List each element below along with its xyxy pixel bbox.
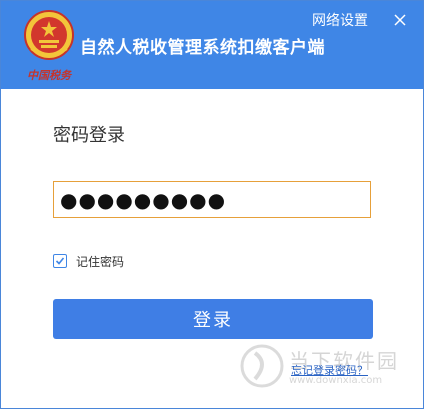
remember-password-label: 记住密码 — [76, 254, 125, 269]
brand-script-text: 中国税务 — [27, 69, 71, 82]
login-heading: 密码登录 — [53, 125, 125, 146]
network-settings-link[interactable]: 网络设置 — [312, 10, 368, 30]
forgot-password-link[interactable]: 忘记登录密码？ — [291, 362, 368, 378]
remember-password-toggle[interactable]: 记住密码 — [53, 252, 124, 270]
brand-logo: 中国税务 — [27, 64, 77, 82]
app-title: 自然人税收管理系统扣缴客户端 — [80, 38, 325, 58]
login-window: 中国税务 自然人税收管理系统扣缴客户端 网络设置 密码登录 记住密码 登录 当下… — [0, 0, 424, 409]
checkmark-icon — [55, 257, 65, 265]
tax-emblem-icon — [24, 10, 74, 60]
remember-password-checkbox[interactable] — [53, 254, 67, 268]
title-bar: 中国税务 自然人税收管理系统扣缴客户端 网络设置 — [1, 1, 423, 89]
close-icon[interactable] — [391, 11, 409, 29]
login-button[interactable]: 登录 — [53, 299, 373, 339]
password-input[interactable] — [53, 181, 371, 218]
watermark-logo-icon — [240, 344, 284, 388]
